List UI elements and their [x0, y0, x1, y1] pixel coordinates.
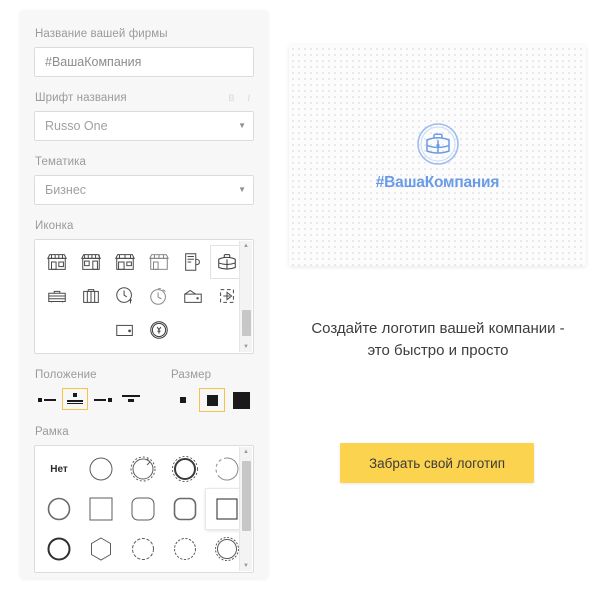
icon-grid [35, 240, 253, 352]
text-format-toggles: B I [228, 93, 254, 103]
frame-option-rounded-square-thick[interactable] [164, 489, 206, 529]
company-name-label: Название вашей фирмы [35, 28, 168, 40]
frame-option-scallop-medium[interactable] [164, 529, 206, 569]
icon-grid-row [40, 245, 249, 279]
icon-grid-row [40, 313, 249, 347]
promo-headline-line2: это быстро и просто [367, 341, 509, 359]
icon-option-wallet-coin[interactable] [108, 313, 142, 347]
scroll-up-icon[interactable]: ▲ [243, 243, 249, 249]
position-size-row: Положение Размер [34, 369, 254, 412]
icon-option-wallet-card[interactable] [176, 279, 210, 313]
size-option-small[interactable] [170, 388, 196, 412]
chevron-down-icon: ▼ [238, 185, 246, 194]
size-options [170, 388, 254, 412]
bold-toggle-icon[interactable]: B [228, 93, 234, 103]
icon-grid-empty-cell [74, 313, 108, 347]
frame-option-circle-shadow[interactable] [38, 489, 80, 529]
logo-wordmark: #ВашаКомпания [375, 173, 500, 191]
size-field-group: Размер [170, 369, 254, 412]
frame-option-circle-thin[interactable] [80, 449, 122, 489]
theme-field-group: Тематика Бизнес ▼ [34, 156, 254, 205]
icon-grid-empty-cell [176, 313, 210, 347]
frame-option-rounded-square[interactable] [122, 489, 164, 529]
chevron-down-icon: ▼ [238, 121, 246, 130]
font-select-value: Russo One [34, 111, 254, 141]
position-option-icon-left[interactable] [34, 388, 60, 410]
size-option-medium[interactable] [199, 388, 225, 412]
icon-label: Иконка [35, 220, 74, 232]
icon-grid-empty-cell [40, 313, 74, 347]
logo-preview-canvas[interactable]: #ВашаКомпания [289, 45, 586, 266]
promo-headline: Создайте логотип вашей компании - это бы… [289, 318, 587, 362]
company-name-input[interactable] [34, 47, 254, 77]
position-option-icon-above[interactable] [62, 388, 88, 410]
frame-grid-row [38, 489, 249, 529]
scroll-down-icon[interactable]: ▼ [243, 563, 249, 569]
icon-option-storefront-door[interactable] [108, 245, 142, 279]
frame-option-circle-bold[interactable] [38, 529, 80, 569]
frame-grid-panel: Нет ▲ ▼ [34, 445, 254, 573]
theme-select[interactable]: Бизнес ▼ [34, 175, 254, 205]
icon-option-atm-machine[interactable] [176, 245, 210, 279]
icon-option-clock-money[interactable] [108, 279, 142, 313]
font-select[interactable]: Russo One ▼ [34, 111, 254, 141]
frame-option-square[interactable] [80, 489, 122, 529]
italic-toggle-icon[interactable]: I [247, 93, 250, 103]
icon-option-storefront-two-windows[interactable] [74, 245, 108, 279]
font-field-group: Шрифт названия B I Russo One ▼ [34, 92, 254, 141]
briefcase-circle-icon [416, 122, 459, 165]
position-option-icon-top[interactable] [118, 388, 144, 410]
icon-option-storefront-plain[interactable] [142, 245, 176, 279]
scrollbar-thumb[interactable] [242, 310, 251, 336]
scroll-down-icon[interactable]: ▼ [243, 344, 249, 350]
frame-option-scallop-small[interactable] [122, 529, 164, 569]
icon-option-suitcase-striped[interactable] [40, 279, 74, 313]
logo-config-panel: Название вашей фирмы Шрифт названия B I … [20, 10, 268, 578]
position-label: Положение [35, 369, 97, 381]
icon-option-suitcase-lines[interactable] [74, 279, 108, 313]
frame-field-group: Рамка Нет ▲ ▼ [34, 426, 254, 573]
icon-grid-scrollbar[interactable]: ▲ ▼ [239, 241, 252, 352]
get-logo-button[interactable]: Забрать свой логотип [340, 443, 534, 483]
frame-grid-scrollbar[interactable]: ▲ ▼ [239, 447, 252, 571]
company-name-field-group: Название вашей фирмы [34, 28, 254, 77]
icon-field-group: Иконка ▲ ▼ [34, 220, 254, 354]
position-option-icon-right[interactable] [90, 388, 116, 410]
position-options [34, 388, 170, 410]
promo-headline-line1: Создайте логотип вашей компании - [311, 320, 565, 337]
frame-label: Рамка [35, 426, 69, 438]
size-label: Размер [171, 369, 212, 381]
icon-option-stopwatch[interactable] [142, 279, 176, 313]
icon-grid-panel: ▲ ▼ [34, 239, 254, 354]
frame-option-hexagon[interactable] [80, 529, 122, 569]
icon-grid-row [40, 279, 249, 313]
scrollbar-thumb[interactable] [242, 461, 251, 531]
icon-option-storefront-awning[interactable] [40, 245, 74, 279]
font-label: Шрифт названия [35, 92, 127, 104]
size-option-large[interactable] [228, 388, 254, 412]
scroll-up-icon[interactable]: ▲ [243, 449, 249, 455]
frame-option-circle-dashed-arrow[interactable] [122, 449, 164, 489]
frame-grid-row [38, 529, 249, 569]
theme-select-value: Бизнес [34, 175, 254, 205]
position-field-group: Положение [34, 369, 170, 412]
logo-preview-content: #ВашаКомпания [289, 120, 586, 192]
icon-option-yen-clock[interactable] [142, 313, 176, 347]
frame-option-none[interactable]: Нет [38, 449, 80, 489]
theme-label: Тематика [35, 156, 86, 168]
frame-option-circle-thick-dashed[interactable] [164, 449, 206, 489]
frame-grid-row: Нет [38, 449, 249, 489]
frame-grid: Нет [35, 446, 253, 572]
